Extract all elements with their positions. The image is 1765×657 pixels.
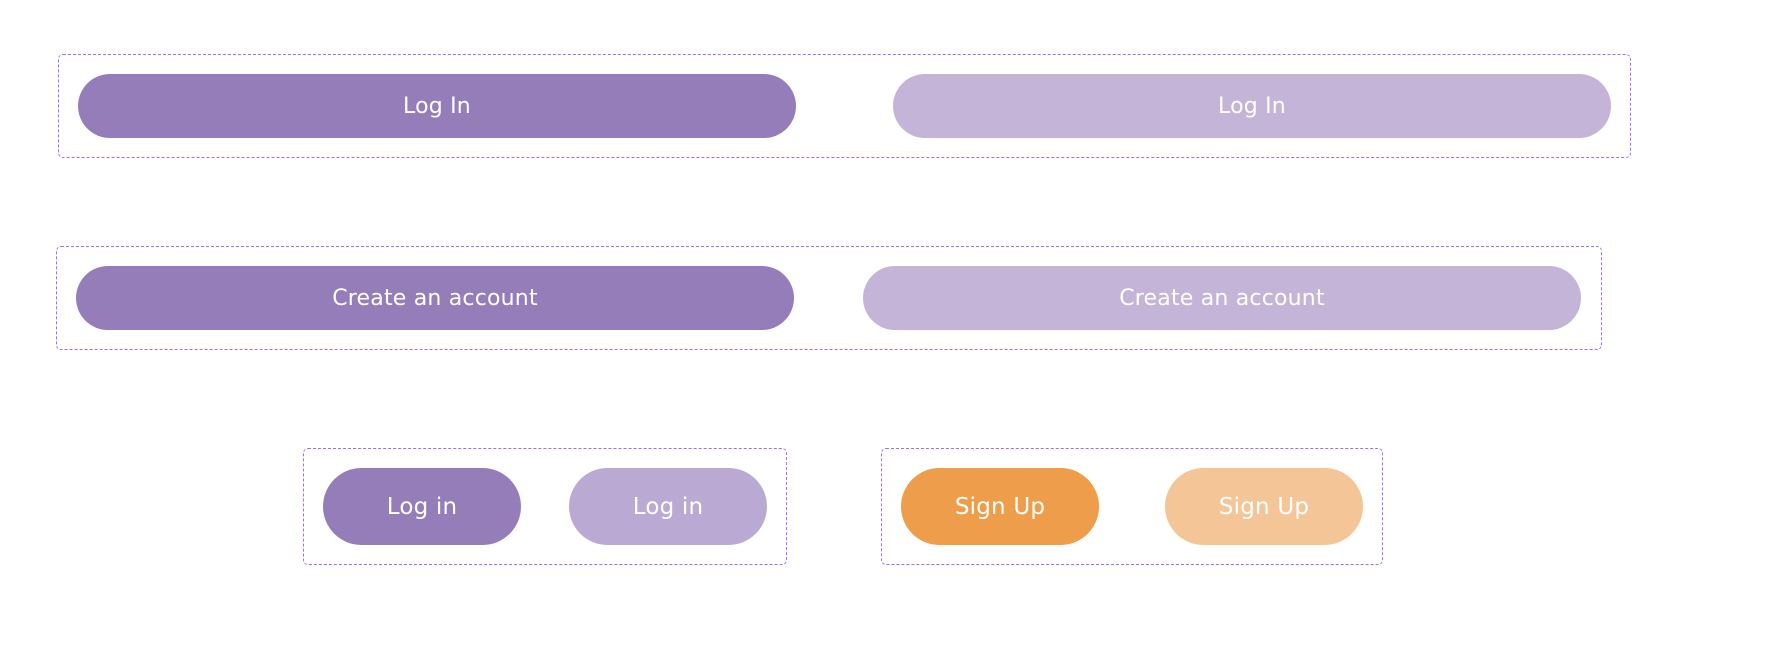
signup-button-default[interactable]: Sign Up [901,468,1099,545]
login-button-default[interactable]: Log In [78,74,796,138]
login-button-disabled[interactable]: Log In [893,74,1611,138]
create-account-button-default[interactable]: Create an account [76,266,794,330]
signup-button-disabled[interactable]: Sign Up [1165,468,1363,545]
create-account-button-disabled[interactable]: Create an account [863,266,1581,330]
login-small-button-disabled[interactable]: Log in [569,468,767,545]
login-small-button-default[interactable]: Log in [323,468,521,545]
